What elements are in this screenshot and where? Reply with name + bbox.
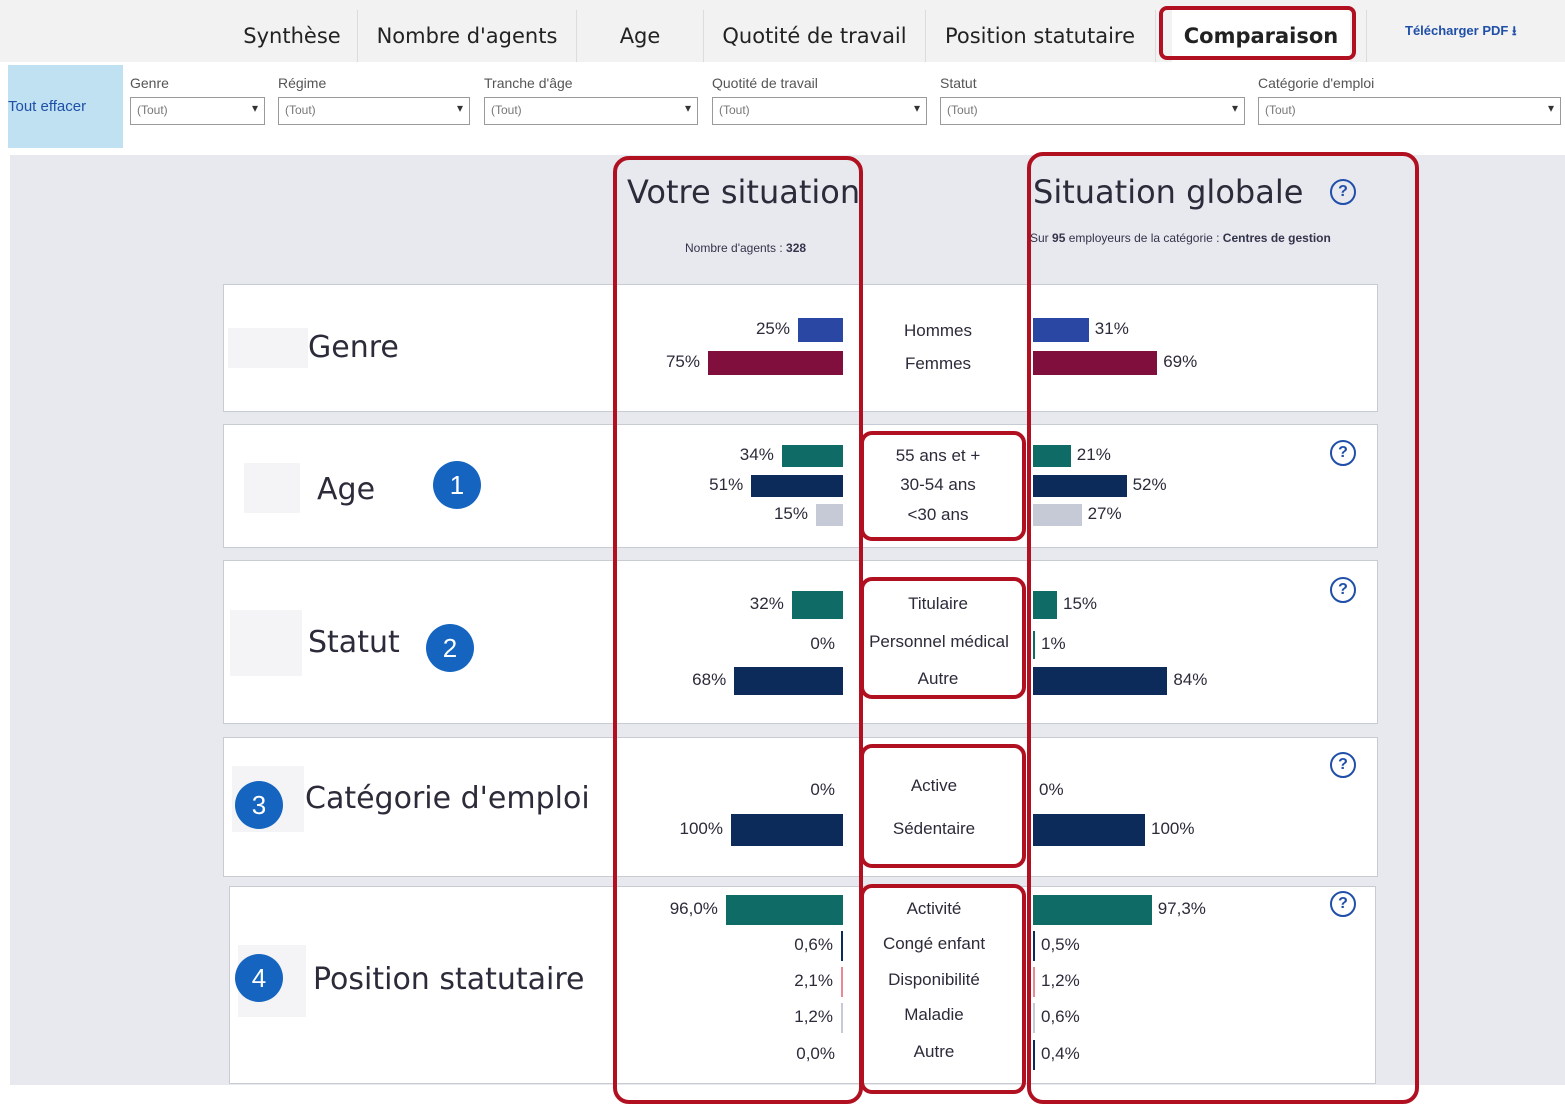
filter-label-tranche-age: Tranche d'âge: [484, 75, 573, 91]
tab-nombre-agents[interactable]: Nombre d'agents: [358, 10, 576, 62]
filter-value: (Tout): [719, 103, 750, 117]
tab-age[interactable]: Age: [577, 10, 703, 62]
tab-divider: [1366, 10, 1367, 62]
row-label: Femmes: [904, 354, 972, 373]
row-label: Hommes: [903, 321, 972, 340]
section-title-position: Position statutaire: [313, 962, 585, 997]
download-icon: ⭳: [1511, 23, 1517, 38]
filter-value: (Tout): [491, 103, 522, 117]
filter-label-quotite: Quotité de travail: [712, 75, 818, 91]
section-placeholder: [244, 463, 300, 513]
filter-select-regime[interactable]: (Tout) ▾: [278, 97, 470, 125]
filter-select-statut[interactable]: (Tout) ▾: [940, 97, 1245, 125]
tab-divider: [1155, 10, 1156, 62]
age-labels-frame: [860, 431, 1026, 541]
categorie-labels-frame: [860, 744, 1026, 868]
filter-label-categorie: Catégorie d'emploi: [1258, 75, 1375, 91]
section-title-statut: Statut: [308, 625, 400, 660]
filter-label-regime: Régime: [278, 75, 327, 91]
dropdown-arrow-icon: ▾: [456, 101, 463, 115]
download-label: Télécharger PDF: [1405, 23, 1509, 38]
filter-value: (Tout): [137, 103, 168, 117]
filter-label-statut: Statut: [940, 75, 977, 91]
section-placeholder: [228, 328, 308, 368]
dropdown-arrow-icon: ▾: [684, 101, 691, 115]
left-column-frame: [613, 156, 863, 1104]
right-column-frame: [1027, 152, 1419, 1104]
tab-highlight-frame: [1159, 6, 1356, 60]
section-title-genre: Genre: [308, 330, 399, 365]
filter-select-quotite[interactable]: (Tout) ▾: [712, 97, 927, 125]
section-placeholder: [230, 610, 302, 676]
filter-bar: Tout effacer Genre (Tout) ▾ Régime (Tout)…: [0, 62, 1565, 152]
dropdown-arrow-icon: ▾: [1231, 101, 1238, 115]
dropdown-arrow-icon: ▾: [251, 101, 258, 115]
filter-value: (Tout): [285, 103, 316, 117]
filter-select-tranche-age[interactable]: (Tout) ▾: [484, 97, 698, 125]
statut-labels-frame: [860, 577, 1026, 699]
section-title-age: Age: [317, 472, 376, 507]
filter-select-genre[interactable]: (Tout) ▾: [130, 97, 265, 125]
step-badge-3: 3: [235, 781, 283, 829]
filter-label-genre: Genre: [130, 75, 169, 91]
position-labels-frame: [860, 884, 1026, 1094]
filter-select-categorie[interactable]: (Tout) ▾: [1258, 97, 1561, 125]
dropdown-arrow-icon: ▾: [913, 101, 920, 115]
filter-value: (Tout): [947, 103, 978, 117]
tab-synthese[interactable]: Synthèse: [228, 10, 356, 62]
filter-value: (Tout): [1265, 103, 1296, 117]
step-badge-4: 4: [235, 954, 283, 1002]
step-badge-1: 1: [433, 461, 481, 509]
clear-filters-button[interactable]: Tout effacer: [8, 65, 123, 148]
tab-position-statutaire[interactable]: Position statutaire: [926, 10, 1154, 62]
tab-bar: Synthèse Nombre d'agents Age Quotité de …: [0, 0, 1565, 63]
section-title-categorie: Catégorie d'emploi: [305, 781, 590, 816]
step-badge-2: 2: [426, 624, 474, 672]
dropdown-arrow-icon: ▾: [1547, 101, 1554, 115]
download-pdf-link[interactable]: Télécharger PDF ⭳: [1405, 22, 1517, 44]
tab-quotite[interactable]: Quotité de travail: [704, 10, 925, 62]
